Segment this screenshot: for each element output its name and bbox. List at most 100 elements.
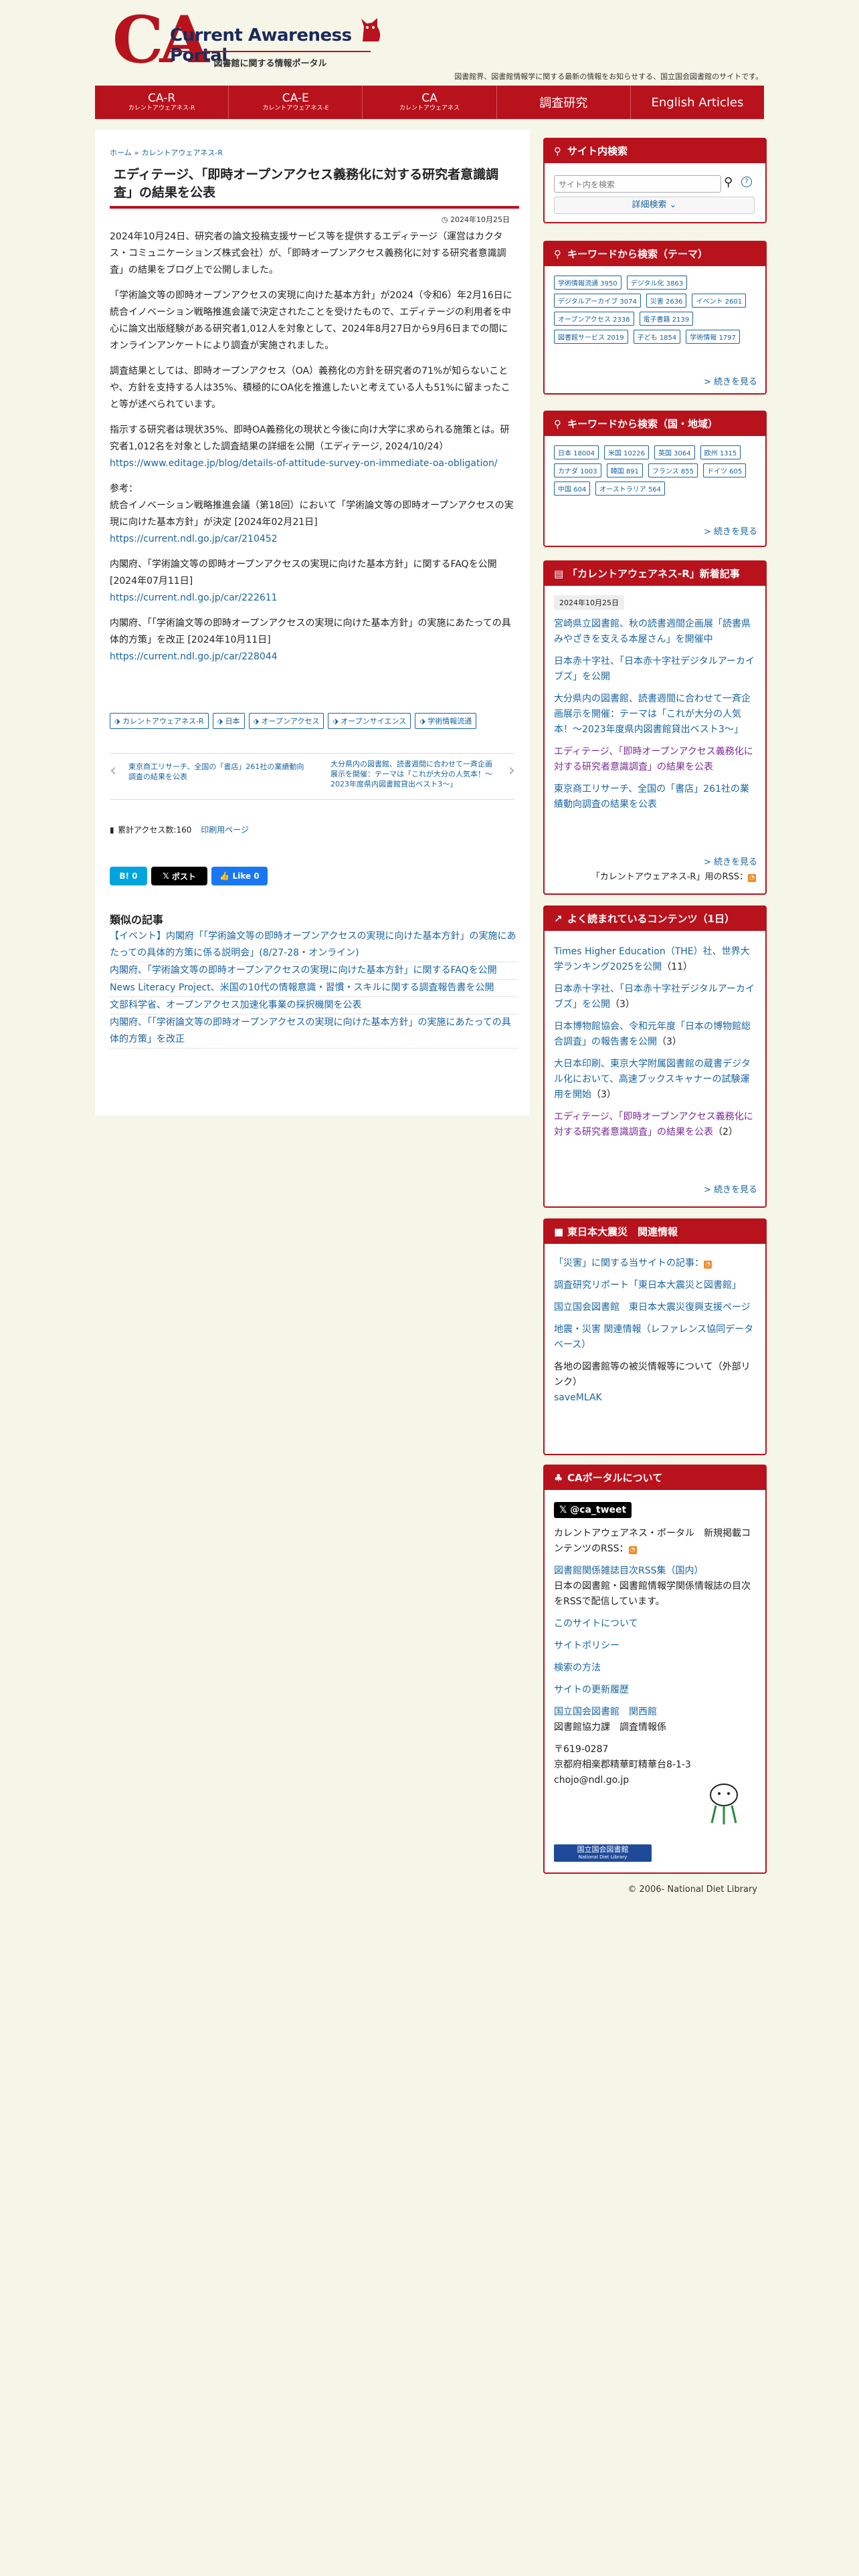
tag-link[interactable]: ⬗ 学術情報流通: [415, 713, 477, 729]
region-keyword-header: ⚲ キーワードから検索（国・地域）: [545, 412, 765, 436]
search-help-link[interactable]: 検索の方法: [554, 1662, 601, 1673]
help-icon[interactable]: ?: [741, 177, 752, 187]
similar-articles-list: 【イベント】内閣府「「学術論文等の即時オープンアクセスの実現に向けた基本方針」の…: [110, 928, 518, 1049]
theme-tag[interactable]: 電子書籍 2139: [639, 312, 694, 326]
region-keyword-title: キーワードから検索（国・地域）: [567, 418, 719, 430]
disaster-link[interactable]: 国立国会図書館 東日本大震災復興支援ページ: [554, 1302, 751, 1313]
kansai-kan-link[interactable]: 国立国会図書館 関西館: [554, 1707, 657, 1717]
theme-tag[interactable]: イベント 2601: [692, 294, 747, 308]
newest-article-link[interactable]: 東京商工リサーチ、全国の「書店」261社の業績動向調査の結果を公表: [554, 784, 749, 810]
popular-link[interactable]: 日本赤十字社、「日本赤十字社デジタルアーカイブズ」を公開: [554, 984, 755, 1010]
popular-link[interactable]: Times Higher Education（THE）社、世界大学ランキング20…: [554, 946, 750, 972]
list-item: 「災害」に関する当サイトの記事： ◔: [554, 1256, 756, 1271]
site-logo[interactable]: CA Current Awareness Portal 図書館に関する情報ポータ…: [112, 8, 387, 72]
disaster-link[interactable]: 「災害」に関する当サイトの記事：: [554, 1258, 704, 1269]
similar-article-link[interactable]: News Literacy Project、米国の10代の情報意識・習慣・スキル…: [110, 982, 494, 993]
search-icon: ⚲: [554, 248, 561, 260]
reference-link[interactable]: https://current.ndl.go.jp/car/210452: [110, 534, 278, 544]
disaster-link[interactable]: 地震・災害 関連情報（レファレンス協同データベース）: [554, 1324, 753, 1350]
theme-tag[interactable]: デジタルアーカイブ 3074: [554, 294, 641, 308]
region-tag[interactable]: 米国 10226: [604, 445, 649, 459]
similar-article-link[interactable]: 内閣府、「「学術論文等の即時オープンアクセスの実現に向けた基本方針」の実施にあた…: [110, 1017, 511, 1045]
search-submit-icon[interactable]: ⚲: [724, 175, 733, 189]
nav-research[interactable]: 調査研究: [497, 86, 631, 119]
region-tag[interactable]: 日本 18004: [554, 445, 599, 459]
source-link[interactable]: https://www.editage.jp/blog/details-of-a…: [110, 458, 498, 469]
advanced-search-label: 詳細検索: [632, 200, 667, 210]
prev-article-link[interactable]: 東京商工リサーチ、全国の「書店」261社の業績動向調査の結果を公表: [110, 762, 309, 782]
nav-english-label: English Articles: [651, 95, 744, 110]
theme-tag[interactable]: デジタル化 3863: [626, 276, 688, 290]
reference-link[interactable]: https://current.ndl.go.jp/car/222611: [110, 593, 278, 603]
email-text: chojo@ndl.go.jp: [554, 1775, 630, 1786]
region-more-link[interactable]: > 続きを見る: [704, 524, 757, 537]
disaster-link[interactable]: 調査研究リポート「東日本大震災と図書館」: [554, 1280, 741, 1291]
ndl-badge[interactable]: 国立国会図書館 National Diet Library: [554, 1844, 652, 1862]
next-article-link[interactable]: 大分県内の図書館、読書週間に合わせて一斉企画展示を開催：テーマは「これが大分の人…: [330, 759, 514, 789]
theme-tag-list: 学術情報流通 3950 デジタル化 3863 デジタルアーカイブ 3074 災害…: [545, 266, 765, 344]
newest-article-link[interactable]: 日本赤十字社、「日本赤十字社デジタルアーカイブズ」を公開: [554, 656, 755, 682]
theme-tag[interactable]: 学術情報流通 3950: [554, 276, 622, 290]
list-item: 日本博物館協会、令和元年度「日本の博物館総合調査」の報告書を公開（3）: [554, 1019, 756, 1050]
theme-tag[interactable]: 子ども 1854: [633, 330, 681, 344]
facebook-like-button[interactable]: 👍 Like 0: [211, 867, 268, 885]
advanced-search-button[interactable]: 詳細検索 ⌄: [554, 197, 755, 214]
print-page-link[interactable]: 印刷用ページ: [201, 825, 249, 835]
popular-link[interactable]: 日本博物館協会、令和元年度「日本の博物館総合調査」の報告書を公開: [554, 1021, 751, 1047]
list-item: 日本赤十字社、「日本赤十字社デジタルアーカイブズ」を公開: [554, 654, 756, 685]
tag-link[interactable]: ⬗ オープンサイエンス: [328, 713, 411, 729]
newest-article-link[interactable]: 大分県内の図書館、読書週間に合わせて一斉企画展示を開催：テーマは「これが大分の人…: [554, 693, 751, 735]
breadcrumb-current[interactable]: カレントアウェアネス-R: [141, 148, 223, 157]
region-tag[interactable]: 韓国 891: [606, 463, 643, 477]
similar-article-link[interactable]: 内閣府、「学術論文等の即時オープンアクセスの実現に向けた基本方針」に関するFAQ…: [110, 965, 497, 976]
disaster-list: 「災害」に関する当サイトの記事： ◔ 調査研究リポート「東日本大震災と図書館」 国…: [545, 1244, 765, 1406]
reference-link[interactable]: https://current.ndl.go.jp/car/228044: [110, 651, 278, 662]
twitter-follow-button[interactable]: 𝕏 @ca_tweet: [554, 1502, 632, 1518]
search-input[interactable]: [557, 177, 718, 192]
popular-more-link[interactable]: > 続きを見る: [704, 1182, 757, 1195]
site-policy-link[interactable]: サイトポリシー: [554, 1640, 619, 1651]
theme-more-link[interactable]: > 続きを見る: [704, 374, 757, 387]
cat-mascot-icon: [361, 18, 381, 41]
x-post-button[interactable]: 𝕏 ポスト: [151, 867, 207, 885]
breadcrumb-home[interactable]: ホーム: [110, 148, 132, 157]
region-tag[interactable]: フランス 855: [648, 463, 698, 477]
hatena-bookmark-button[interactable]: B! 0: [110, 867, 147, 885]
nav-ca-e[interactable]: CA-E カレントアウェアネス-E: [229, 86, 363, 119]
list-item: 検索の方法: [554, 1660, 756, 1676]
theme-tag[interactable]: 学術情報 1797: [686, 330, 740, 344]
region-tag[interactable]: 英国 3064: [654, 445, 695, 459]
list-item: エディテージ、「即時オープンアクセス義務化に対する研究者意識調査」の結果を公表（…: [554, 1109, 756, 1140]
about-site-link[interactable]: このサイトについて: [554, 1618, 638, 1629]
list-item: 日本赤十字社、「日本赤十字社デジタルアーカイブズ」を公開（3）: [554, 982, 756, 1012]
popular-link[interactable]: 大日本印刷、東京大学附属図書館の蔵書デジタル化において、高速ブックスキャナーの試…: [554, 1059, 751, 1100]
tag-link[interactable]: ⬗ カレントアウェアネス-R: [110, 713, 209, 729]
savemlak-link[interactable]: saveMLAK: [554, 1392, 602, 1403]
newest-article-link[interactable]: エディテージ、「即時オープンアクセス義務化に対する研究者意識調査」の結果を公表: [554, 746, 753, 772]
similar-article-link[interactable]: 文部科学省、オープンアクセス加速化事業の採択機関を公表: [110, 1000, 361, 1010]
rss-icon[interactable]: ◔: [704, 1261, 712, 1269]
nav-ca-r[interactable]: CA-R カレントアウェアネス-R: [95, 86, 229, 119]
region-tag[interactable]: 中国 604: [554, 481, 591, 496]
newest-more-link[interactable]: > 続きを見る: [704, 855, 757, 867]
region-tag[interactable]: カナダ 1003: [554, 463, 601, 477]
list-item: 文部科学省、オープンアクセス加速化事業の採択機関を公表: [110, 997, 518, 1014]
tag-link[interactable]: ⬗ 日本: [212, 713, 245, 729]
tag-link[interactable]: ⬗ オープンアクセス: [248, 713, 324, 729]
site-search-box: ⚲ サイト内検索 ⚲ ? 詳細検索 ⌄: [543, 138, 767, 223]
theme-tag[interactable]: 災害 2636: [646, 294, 687, 308]
similar-article-link[interactable]: 【イベント】内閣府「「学術論文等の即時オープンアクセスの実現に向けた基本方針」の…: [110, 931, 516, 958]
nav-ca[interactable]: CA カレントアウェアネス: [363, 86, 497, 119]
rss-icon[interactable]: ◔: [628, 1546, 637, 1554]
journal-rss-link[interactable]: 図書館関係雑誌目次RSS集（国内）: [554, 1566, 704, 1576]
theme-tag[interactable]: オープンアクセス 2338: [554, 312, 634, 326]
region-tag[interactable]: オーストラリア 564: [595, 481, 666, 496]
region-tag[interactable]: 欧州 1315: [700, 445, 741, 459]
newest-article-link[interactable]: 宮崎県立図書館、秋の読書週間企画展「読書県みやざきを支える本屋さん」を開催中: [554, 619, 751, 645]
region-tag[interactable]: ドイツ 605: [702, 463, 747, 477]
update-history-link[interactable]: サイトの更新履歴: [554, 1685, 629, 1695]
nav-english[interactable]: English Articles: [631, 86, 764, 119]
theme-tag[interactable]: 図書館サービス 2019: [554, 330, 628, 344]
view-count: （2）: [713, 1127, 738, 1138]
rss-icon[interactable]: ◔: [748, 874, 756, 882]
